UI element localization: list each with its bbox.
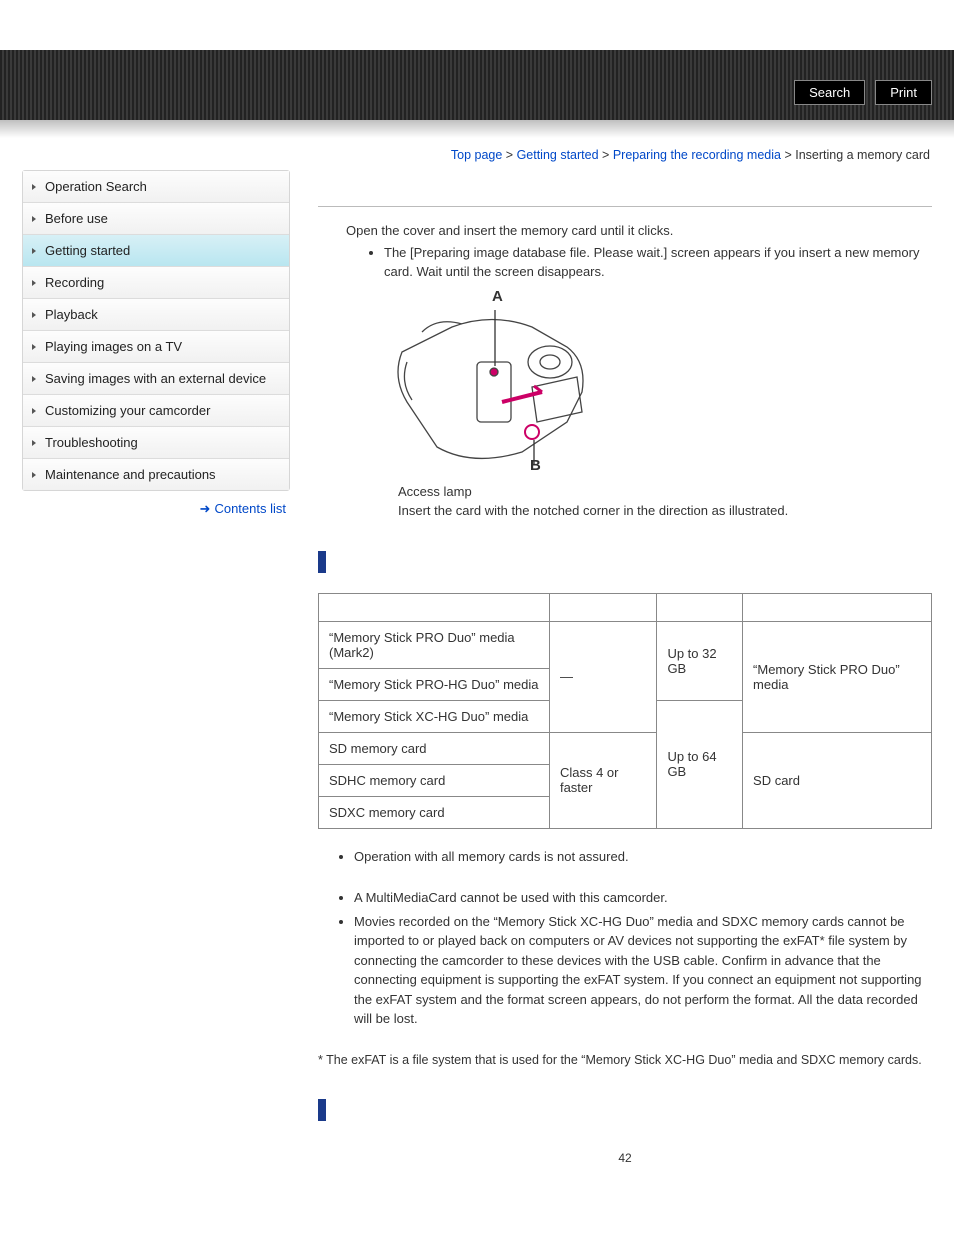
sidebar-item-label: Getting started bbox=[45, 243, 130, 258]
search-button[interactable]: Search bbox=[794, 80, 865, 105]
note-item: A MultiMediaCard cannot be used with thi… bbox=[354, 888, 932, 908]
header-band: Search Print bbox=[0, 50, 954, 120]
sidebar-item-saving-external[interactable]: Saving images with an external device bbox=[23, 363, 289, 395]
diagram-label-b: B bbox=[530, 457, 541, 474]
table-cell: Up to 32 GB bbox=[657, 621, 743, 700]
table-cell: SD memory card bbox=[319, 732, 550, 764]
note-item: Operation with all memory cards is not a… bbox=[354, 847, 932, 867]
sidebar-item-playing-tv[interactable]: Playing images on a TV bbox=[23, 331, 289, 363]
caption-insert: Insert the card with the notched corner … bbox=[398, 501, 932, 521]
intro-bullet: The [Preparing image database file. Plea… bbox=[384, 244, 932, 282]
table-cell: Up to 64 GB bbox=[657, 700, 743, 828]
divider bbox=[318, 206, 932, 207]
sidebar-item-recording[interactable]: Recording bbox=[23, 267, 289, 299]
sidebar-item-label: Troubleshooting bbox=[45, 435, 138, 450]
caption-access-lamp: Access lamp bbox=[398, 482, 932, 502]
breadcrumb-l1[interactable]: Getting started bbox=[517, 148, 599, 162]
table-cell: “Memory Stick PRO-HG Duo” media bbox=[319, 668, 550, 700]
sidebar-item-maintenance[interactable]: Maintenance and precautions bbox=[23, 459, 289, 490]
breadcrumb-top[interactable]: Top page bbox=[451, 148, 502, 162]
breadcrumb-l2[interactable]: Preparing the recording media bbox=[613, 148, 781, 162]
sidebar-item-label: Playback bbox=[45, 307, 98, 322]
table-cell: SD card bbox=[743, 732, 932, 828]
table-cell: SDXC memory card bbox=[319, 796, 550, 828]
note-item: Movies recorded on the “Memory Stick XC-… bbox=[354, 912, 932, 1029]
sidebar-item-label: Operation Search bbox=[45, 179, 147, 194]
section-marker bbox=[318, 1099, 326, 1121]
memory-card-table: “Memory Stick PRO Duo” media (Mark2) — U… bbox=[318, 593, 932, 829]
contents-list-link[interactable]: Contents list bbox=[214, 501, 286, 516]
table-cell: Class 4 or faster bbox=[549, 732, 656, 828]
sidebar-item-label: Playing images on a TV bbox=[45, 339, 182, 354]
sidebar-item-troubleshooting[interactable]: Troubleshooting bbox=[23, 427, 289, 459]
sidebar-item-customizing[interactable]: Customizing your camcorder bbox=[23, 395, 289, 427]
table-cell: “Memory Stick XC-HG Duo” media bbox=[319, 700, 550, 732]
main-content: Open the cover and insert the memory car… bbox=[318, 170, 932, 1165]
camcorder-diagram: A B bbox=[382, 292, 612, 472]
breadcrumb-current: Inserting a memory card bbox=[795, 148, 930, 162]
table-cell: “Memory Stick PRO Duo” media (Mark2) bbox=[319, 621, 550, 668]
section-marker bbox=[318, 551, 326, 573]
footnote: * The exFAT is a file system that is use… bbox=[318, 1051, 932, 1070]
sidebar-item-label: Recording bbox=[45, 275, 104, 290]
sidebar-item-label: Customizing your camcorder bbox=[45, 403, 210, 418]
table-cell: “Memory Stick PRO Duo” media bbox=[743, 621, 932, 732]
diagram-label-a: A bbox=[492, 288, 503, 305]
print-button[interactable]: Print bbox=[875, 80, 932, 105]
sidebar-item-before-use[interactable]: Before use bbox=[23, 203, 289, 235]
sidebar-item-label: Saving images with an external device bbox=[45, 371, 266, 386]
table-cell: — bbox=[549, 621, 656, 732]
sidebar-item-playback[interactable]: Playback bbox=[23, 299, 289, 331]
arrow-right-icon: ➜ bbox=[200, 501, 211, 516]
sidebar-item-label: Before use bbox=[45, 211, 108, 226]
sidebar-item-getting-started[interactable]: Getting started bbox=[23, 235, 289, 267]
intro-text: Open the cover and insert the memory car… bbox=[346, 223, 932, 238]
sidebar-item-label: Maintenance and precautions bbox=[45, 467, 216, 482]
sidebar-item-operation-search[interactable]: Operation Search bbox=[23, 171, 289, 203]
page-number: 42 bbox=[318, 1151, 932, 1165]
table-cell: SDHC memory card bbox=[319, 764, 550, 796]
sidebar: Operation Search Before use Getting star… bbox=[22, 170, 290, 491]
